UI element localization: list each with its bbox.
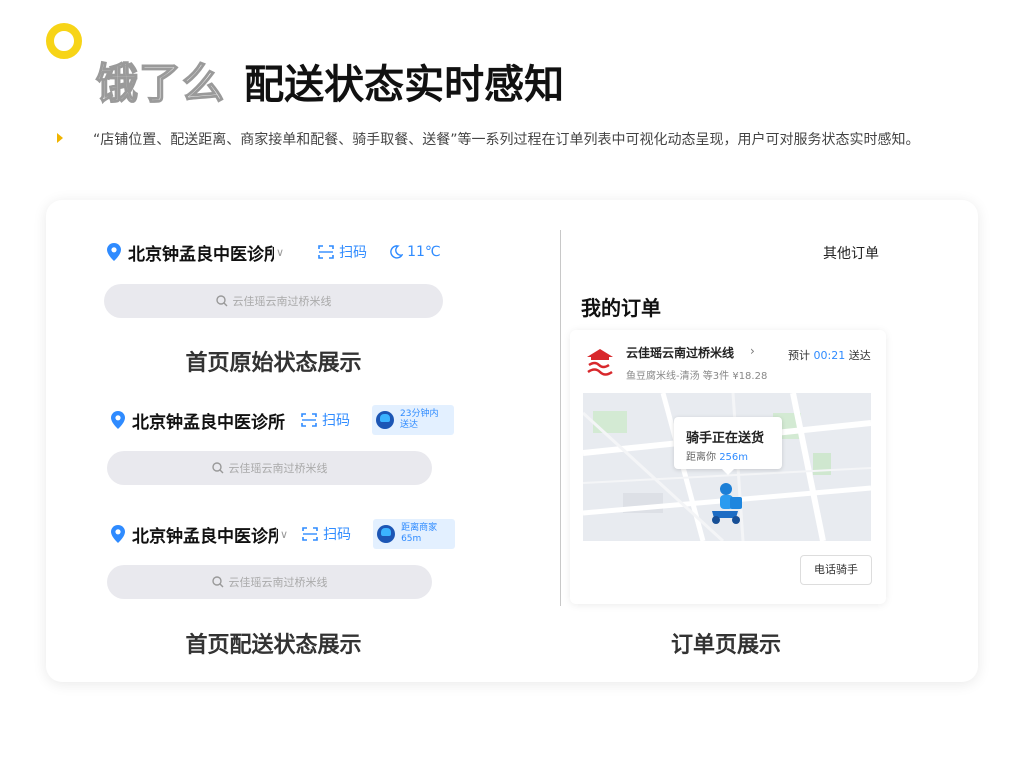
search-placeholder: 云佳瑶云南过桥米线 xyxy=(228,576,328,589)
scan-icon xyxy=(302,527,318,541)
moon-icon xyxy=(390,245,404,259)
distance-prefix: 距离你 xyxy=(686,452,716,463)
search-icon xyxy=(211,462,223,474)
scan-icon xyxy=(318,245,334,259)
location-pin-icon xyxy=(111,411,125,429)
eta-time: 00:21 xyxy=(813,349,846,362)
scan-button[interactable]: 扫码 xyxy=(302,524,351,544)
search-input[interactable]: 云佳瑶云南过桥米线 xyxy=(104,284,443,318)
delivery-status-badge[interactable]: 23分钟内送达 xyxy=(372,405,454,435)
brand-name: 饿了么 xyxy=(95,58,226,109)
panel-divider xyxy=(560,230,561,606)
location-label[interactable]: 北京钟孟良中医诊所 xyxy=(132,522,278,547)
call-rider-button[interactable]: 电话骑手 xyxy=(800,555,872,585)
eta-prefix: 预计 xyxy=(788,349,810,362)
chevron-down-icon[interactable]: ∨ xyxy=(280,528,288,541)
location-pin-icon xyxy=(107,243,121,261)
caption-order-page: 订单页展示 xyxy=(670,633,781,658)
home-delivery-topbar-1: 北京钟孟良中医诊所 扫码 23分钟内送达 xyxy=(111,405,454,435)
rider-avatar-icon xyxy=(377,525,396,543)
location-pin-icon xyxy=(111,525,125,543)
shop-logo-icon xyxy=(583,345,617,379)
caption-home-delivery: 首页配送状态展示 xyxy=(185,633,362,658)
location-label[interactable]: 北京钟孟良中医诊所 xyxy=(132,408,285,433)
weather-temp: 11℃ xyxy=(407,244,441,260)
home-delivery-topbar-2: 北京钟孟良中医诊所 ∨ 扫码 距离商家65m xyxy=(111,519,456,549)
shop-name[interactable]: 云佳瑶云南过桥米线 xyxy=(626,344,734,361)
eta-suffix: 送达 xyxy=(848,349,871,362)
other-orders-link[interactable]: 其他订单 xyxy=(823,243,879,263)
search-placeholder: 云佳瑶云南过桥米线 xyxy=(228,462,328,475)
search-placeholder: 云佳瑶云南过桥米线 xyxy=(232,295,332,308)
scan-icon xyxy=(301,413,317,427)
home-original-topbar: 北京钟孟良中医诊所 ∨ 扫码 11℃ xyxy=(107,238,441,266)
chevron-down-icon[interactable]: ∨ xyxy=(276,246,284,259)
delivery-status-text: 距离商家65m xyxy=(401,523,438,544)
page-title: 配送状态实时感知 xyxy=(244,61,565,108)
search-icon xyxy=(215,295,227,307)
order-items-summary: 鱼豆腐米线-清汤 等3件 ¥18.28 xyxy=(626,371,768,382)
rider-status-title: 骑手正在送货 xyxy=(686,431,765,446)
yellow-ring-icon xyxy=(46,23,82,59)
scan-label: 扫码 xyxy=(323,527,352,543)
description-text: “店铺位置、配送距离、商家接单和配餐、骑手取餐、送餐”等一系列过程在订单列表中可… xyxy=(93,132,920,148)
delivery-status-text: 23分钟内送达 xyxy=(400,409,439,430)
order-page-title: 我的订单 xyxy=(581,296,661,320)
weather-indicator[interactable]: 11℃ xyxy=(389,244,441,260)
search-icon xyxy=(211,576,223,588)
location-label[interactable]: 北京钟孟良中医诊所 xyxy=(128,240,274,265)
chevron-right-icon[interactable]: › xyxy=(750,344,755,358)
scan-label: 扫码 xyxy=(322,413,350,429)
search-input[interactable]: 云佳瑶云南过桥米线 xyxy=(107,451,432,485)
rider-scooter-icon xyxy=(706,481,744,525)
page-header: 饿了么 配送状态实时感知 xyxy=(95,50,565,111)
rider-distance: 距离你 256m xyxy=(686,448,748,463)
scan-button[interactable]: 扫码 xyxy=(318,242,367,262)
distance-value: 256m xyxy=(719,452,749,463)
scan-button[interactable]: 扫码 xyxy=(301,410,350,430)
delivery-status-badge[interactable]: 距离商家65m xyxy=(373,519,456,549)
caption-home-original: 首页原始状态展示 xyxy=(185,351,362,376)
scan-label: 扫码 xyxy=(339,245,368,261)
search-input[interactable]: 云佳瑶云南过桥米线 xyxy=(107,565,432,599)
eta-text: 预计 00:21 送达 xyxy=(788,347,871,363)
bullet-arrow-icon xyxy=(57,133,63,143)
rider-avatar-icon xyxy=(376,411,394,429)
